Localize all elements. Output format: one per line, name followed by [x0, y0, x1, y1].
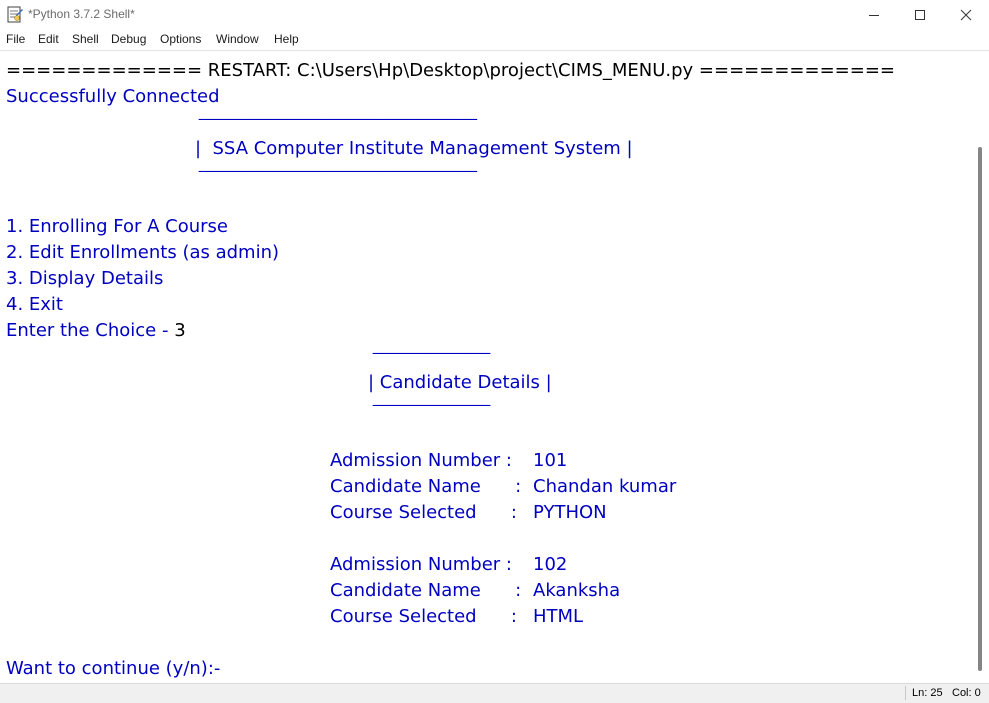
restart-line: ============= RESTART: C:\Users\Hp\Deskt… [6, 60, 895, 81]
menu-option-2: 2. Edit Enrollments (as admin) [6, 242, 280, 263]
choice-line: Enter the Choice - 3 [6, 318, 186, 344]
menu-debug[interactable]: Debug [111, 32, 146, 46]
continue-prompt: Want to continue (y/n):- [6, 658, 221, 679]
record-2-name-value: Akanksha [533, 580, 621, 601]
menu-help[interactable]: Help [274, 32, 299, 46]
menu-window[interactable]: Window [216, 32, 259, 46]
minimize-button[interactable] [851, 0, 897, 30]
record-2-admission-label: Admission Number : [330, 554, 524, 575]
menu-shell[interactable]: Shell [72, 32, 99, 46]
menu-file[interactable]: File [6, 32, 25, 46]
record-1-name-value: Chandan kumar [533, 476, 677, 497]
header-rule-bottom: ----------------------------------------… [198, 164, 478, 179]
maximize-icon [915, 10, 925, 20]
vertical-scrollbar[interactable] [971, 51, 989, 683]
menu-option-4: 4. Exit [6, 294, 63, 315]
record-1-admission-value: 101 [533, 450, 568, 471]
close-icon [960, 9, 972, 21]
menu-option-1: 1. Enrolling For A Course [6, 216, 228, 237]
minimize-icon [869, 15, 879, 16]
record-1-course-label: Course Selected : [330, 502, 529, 523]
scrollbar-thumb[interactable] [978, 147, 982, 671]
close-button[interactable] [943, 0, 989, 30]
details-rule-bottom: -------------------------------------- [372, 398, 491, 413]
record-2-course-value: HTML [533, 606, 584, 627]
record-2-name-label: Candidate Name : [330, 580, 533, 601]
record-2-admission-value: 102 [533, 554, 568, 575]
menu-bar: File Edit Shell Debug Options Window Hel… [0, 30, 989, 50]
choice-prompt: Enter the Choice - [6, 320, 175, 341]
header-rule-top: ----------------------------------------… [198, 112, 478, 127]
details-rule-top: -------------------------------------- [372, 346, 491, 361]
status-divider [905, 686, 906, 700]
status-bar: Ln: 25 Col: 0 [0, 683, 989, 703]
connected-message: Successfully Connected [6, 86, 220, 107]
record-1-course-value: PYTHON [533, 502, 607, 523]
menu-edit[interactable]: Edit [38, 32, 59, 46]
status-column: Col: 0 [952, 687, 981, 699]
record-1-name-label: Candidate Name : [330, 476, 533, 497]
record-2-course-label: Course Selected : [330, 606, 529, 627]
maximize-button[interactable] [897, 0, 943, 30]
choice-input: 3 [174, 320, 186, 341]
title-bar: *Python 3.7.2 Shell* [0, 0, 989, 30]
record-1-admission-label: Admission Number : [330, 450, 524, 471]
shell-output-area[interactable]: ============= RESTART: C:\Users\Hp\Deskt… [0, 51, 971, 683]
status-line: Ln: 25 [912, 687, 943, 699]
menu-options[interactable]: Options [160, 32, 201, 46]
python-idle-icon [7, 6, 23, 23]
window-title: *Python 3.7.2 Shell* [28, 7, 135, 21]
menu-option-3: 3. Display Details [6, 268, 164, 289]
